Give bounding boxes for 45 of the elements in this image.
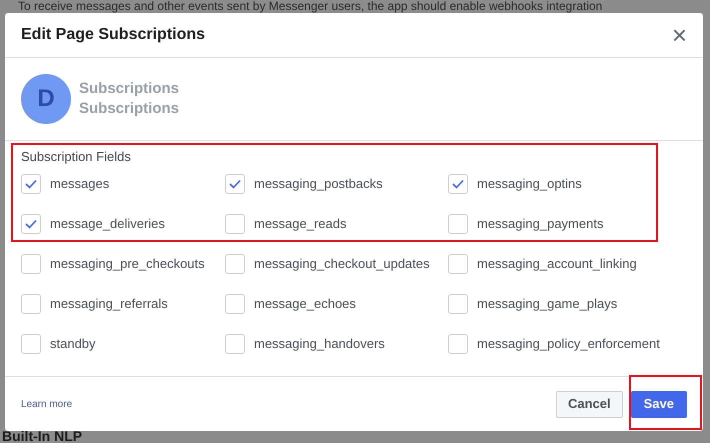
checkmark-icon xyxy=(25,219,37,229)
checkbox[interactable] xyxy=(448,174,468,194)
checkbox[interactable] xyxy=(21,174,41,194)
checkbox[interactable] xyxy=(225,174,245,194)
avatar: D xyxy=(21,74,71,124)
checkbox[interactable] xyxy=(448,214,468,234)
page-name: Subscriptions xyxy=(79,99,180,119)
dialog-title: Edit Page Subscriptions xyxy=(21,25,206,45)
checkbox[interactable] xyxy=(21,294,41,314)
close-button[interactable]: × xyxy=(672,22,687,48)
section-heading: Built-In NLP xyxy=(2,427,84,443)
field-label: standby xyxy=(50,335,96,354)
field-label: messaging_account_linking xyxy=(477,255,637,274)
field-label: messaging_optins xyxy=(477,175,582,194)
field-label: messaging_game_plays xyxy=(477,295,618,314)
field-label: messages xyxy=(50,175,110,194)
cancel-button[interactable]: Cancel xyxy=(556,390,623,418)
field-label: message_deliveries xyxy=(50,215,165,234)
field-label: message_reads xyxy=(254,215,346,234)
checkbox[interactable] xyxy=(448,294,468,314)
checkmark-icon xyxy=(25,179,37,189)
field-label: messaging_checkout_updates xyxy=(254,255,430,274)
learn-more-link[interactable]: Learn more xyxy=(21,396,72,412)
fields-label: Subscription Fields xyxy=(21,149,132,165)
field-label: messaging_payments xyxy=(477,215,604,234)
field-label: message_echoes xyxy=(254,295,356,314)
checkbox[interactable] xyxy=(225,254,245,274)
checkbox[interactable] xyxy=(225,294,245,314)
checkmark-icon xyxy=(452,179,464,189)
checkbox[interactable] xyxy=(225,334,245,354)
checkbox[interactable] xyxy=(21,254,41,274)
checkbox[interactable] xyxy=(21,334,41,354)
field-label: messaging_referrals xyxy=(50,295,168,314)
save-button[interactable]: Save xyxy=(630,390,687,418)
field-label: messaging_policy_enforcement xyxy=(477,335,660,354)
checkbox[interactable] xyxy=(225,214,245,234)
field-label: messaging_postbacks xyxy=(254,175,383,194)
checkbox[interactable] xyxy=(448,334,468,354)
page-name: Subscriptions xyxy=(79,79,180,99)
checkbox[interactable] xyxy=(21,214,41,234)
checkmark-icon xyxy=(229,179,241,189)
checkbox[interactable] xyxy=(448,254,468,274)
field-label: messaging_handovers xyxy=(254,335,385,354)
field-label: messaging_pre_checkouts xyxy=(50,255,205,274)
intro-text: To receive messages and other events sent by Messenger users, the app should enable webhooks integration xyxy=(18,0,602,12)
